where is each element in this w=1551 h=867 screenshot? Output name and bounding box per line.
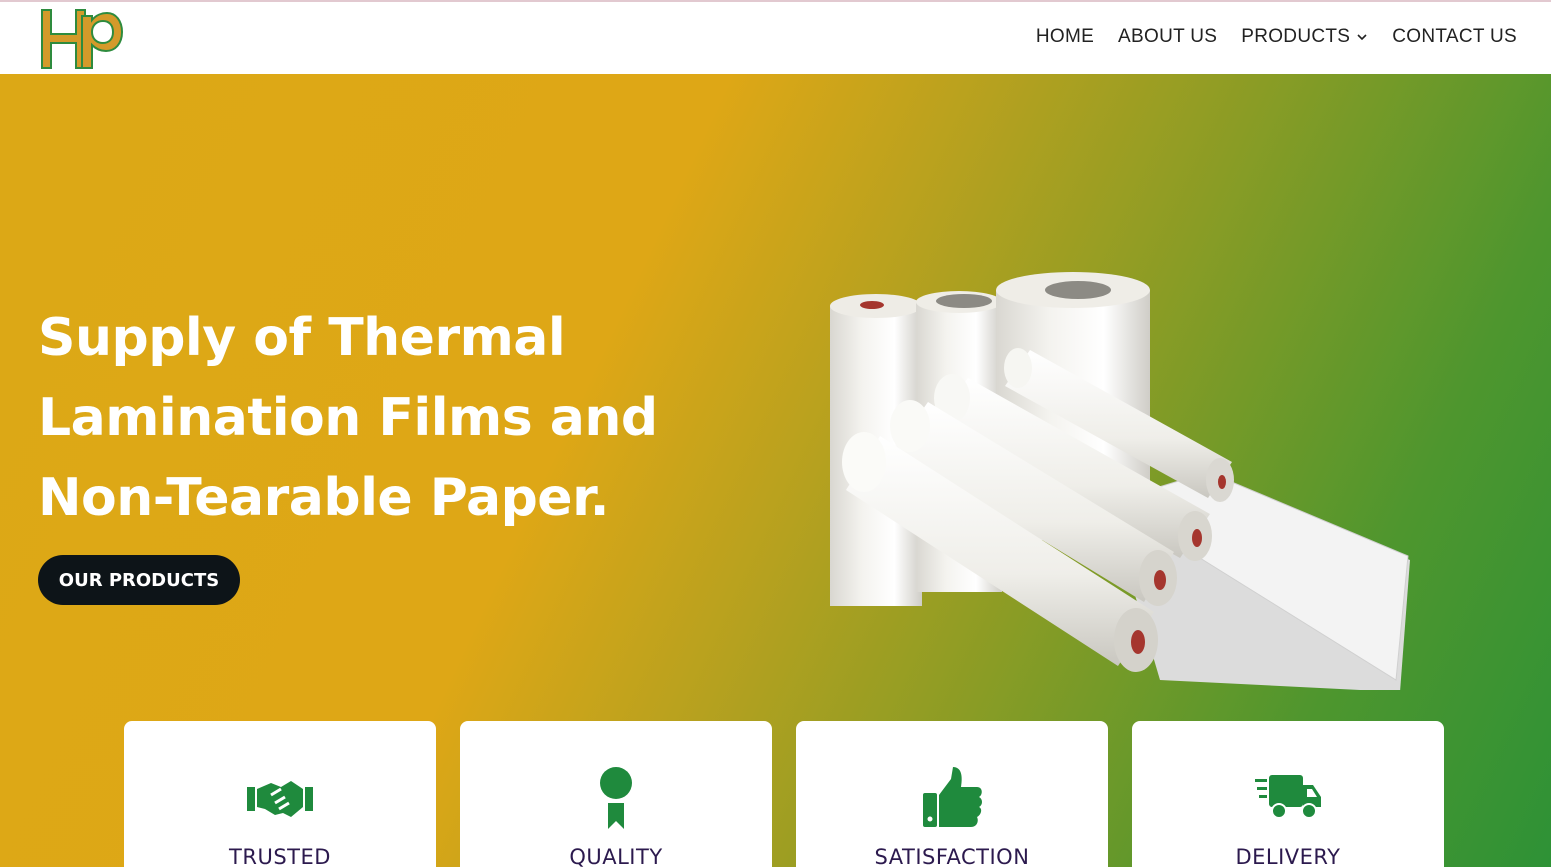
nav-products[interactable]: PRODUCTS [1229,26,1380,48]
delivery-truck-icon [1255,775,1321,819]
feature-card-quality: QUALITY [460,721,772,867]
hero-banner: Supply of Thermal Lamination Films and N… [0,74,1551,867]
nav-products-label: PRODUCTS [1241,26,1351,47]
hp-logo[interactable] [36,6,124,72]
site-header: HOME ABOUT US PRODUCTS CONTACT US [0,2,1551,74]
feature-card-satisfaction: SATISFACTION [796,721,1108,867]
nav-about-us-label: ABOUT US [1118,26,1218,47]
feature-title-trusted: TRUSTED [229,845,331,867]
hero-headline-line-1: Supply of Thermal [38,308,566,368]
our-products-button[interactable]: OUR PRODUCTS [38,555,240,605]
feature-title-satisfaction: SATISFACTION [874,845,1030,867]
feature-title-delivery: DELIVERY [1235,845,1341,867]
nav-contact-us[interactable]: CONTACT US [1380,26,1517,48]
main-nav: HOME ABOUT US PRODUCTS CONTACT US [1024,26,1517,48]
nav-home-label: HOME [1035,26,1095,47]
hero-headline: Supply of Thermal Lamination Films and N… [38,298,698,538]
nav-home[interactable]: HOME [1024,26,1106,48]
hero-headline-line-3: Non-Tearable Paper. [38,468,610,528]
thumbs-up-icon [923,767,982,827]
feature-card-trusted: TRUSTED [124,721,436,867]
chevron-down-icon [1357,34,1367,41]
feature-title-quality: QUALITY [569,845,663,867]
nav-about-us[interactable]: ABOUT US [1106,26,1229,48]
hero-headline-line-2: Lamination Films and [38,388,658,448]
nav-contact-us-label: CONTACT US [1392,26,1517,47]
award-ribbon-icon [600,767,632,829]
lamination-rolls-image [830,272,1410,690]
feature-card-delivery: DELIVERY [1132,721,1444,867]
handshake-icon [247,781,313,817]
